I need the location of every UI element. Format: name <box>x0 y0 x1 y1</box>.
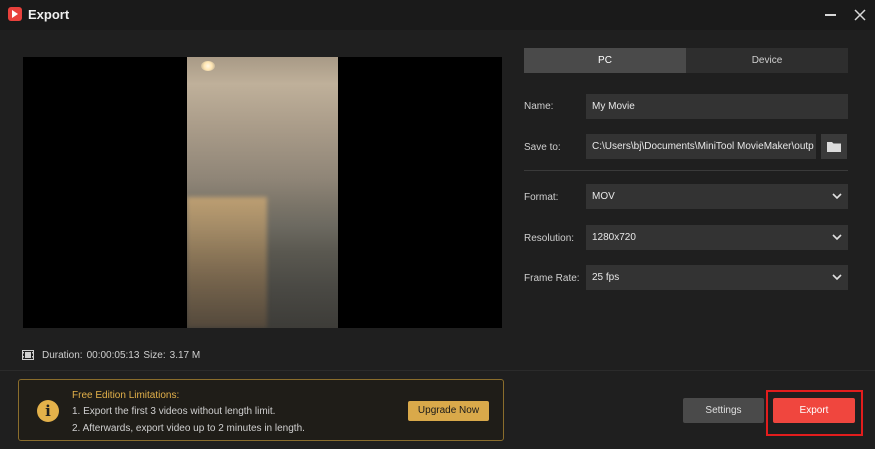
duration-label: Duration: <box>42 349 83 361</box>
video-preview <box>23 57 502 328</box>
duration-value: 00:00:05:13 <box>86 349 140 361</box>
name-label: Name: <box>524 101 554 112</box>
film-icon <box>22 350 34 360</box>
section-divider <box>524 170 848 171</box>
minimize-icon[interactable] <box>820 4 842 26</box>
format-label: Format: <box>524 192 559 203</box>
window-title: Export <box>28 7 70 22</box>
resolution-select[interactable]: 1280x720 <box>586 225 848 250</box>
footer-divider <box>0 370 875 371</box>
resolution-value: 1280x720 <box>592 232 636 243</box>
name-field[interactable]: My Movie <box>586 94 848 119</box>
chevron-down-icon <box>832 234 842 241</box>
preview-info: Duration: 00:00:05:13 Size: 3.17 M <box>22 348 204 362</box>
close-icon[interactable] <box>849 4 871 26</box>
tab-device[interactable]: Device <box>686 48 848 73</box>
sun-glow <box>201 61 215 71</box>
format-value: MOV <box>592 191 615 202</box>
chevron-down-icon <box>832 274 842 281</box>
upgrade-now-button[interactable]: Upgrade Now <box>408 401 489 421</box>
limitation-line-1: 1. Export the first 3 videos without len… <box>72 406 276 417</box>
browse-folder-button[interactable] <box>821 134 847 159</box>
save-path-field[interactable]: C:\Users\bj\Documents\MiniTool MovieMake… <box>586 134 816 159</box>
format-select[interactable]: MOV <box>586 184 848 209</box>
save-to-label: Save to: <box>524 142 561 153</box>
limitations-title: Free Edition Limitations: <box>72 390 180 401</box>
settings-button[interactable]: Settings <box>683 398 764 423</box>
export-dialog: Export Duration: 00:00:05:13 Size: 3.17 … <box>0 0 875 449</box>
folder-icon <box>827 142 841 152</box>
export-button[interactable]: Export <box>773 398 855 423</box>
minitool-logo-icon <box>8 7 22 21</box>
frame-rate-label: Frame Rate: <box>524 273 580 284</box>
video-frame <box>187 57 338 328</box>
resolution-label: Resolution: <box>524 233 575 244</box>
limitation-line-2: 2. Afterwards, export video up to 2 minu… <box>72 423 305 434</box>
size-value: 3.17 M <box>169 349 201 361</box>
frame-rate-value: 25 fps <box>592 272 620 283</box>
info-icon: i <box>37 400 59 422</box>
free-edition-notice: i Free Edition Limitations: 1. Export th… <box>18 379 504 441</box>
frame-rate-select[interactable]: 25 fps <box>586 265 848 290</box>
water-reflection <box>187 197 267 328</box>
chevron-down-icon <box>832 193 842 200</box>
tab-pc[interactable]: PC <box>524 48 686 73</box>
title-bar: Export <box>0 0 875 30</box>
destination-tabs: PC Device <box>524 48 848 73</box>
size-label: Size: <box>143 349 166 361</box>
